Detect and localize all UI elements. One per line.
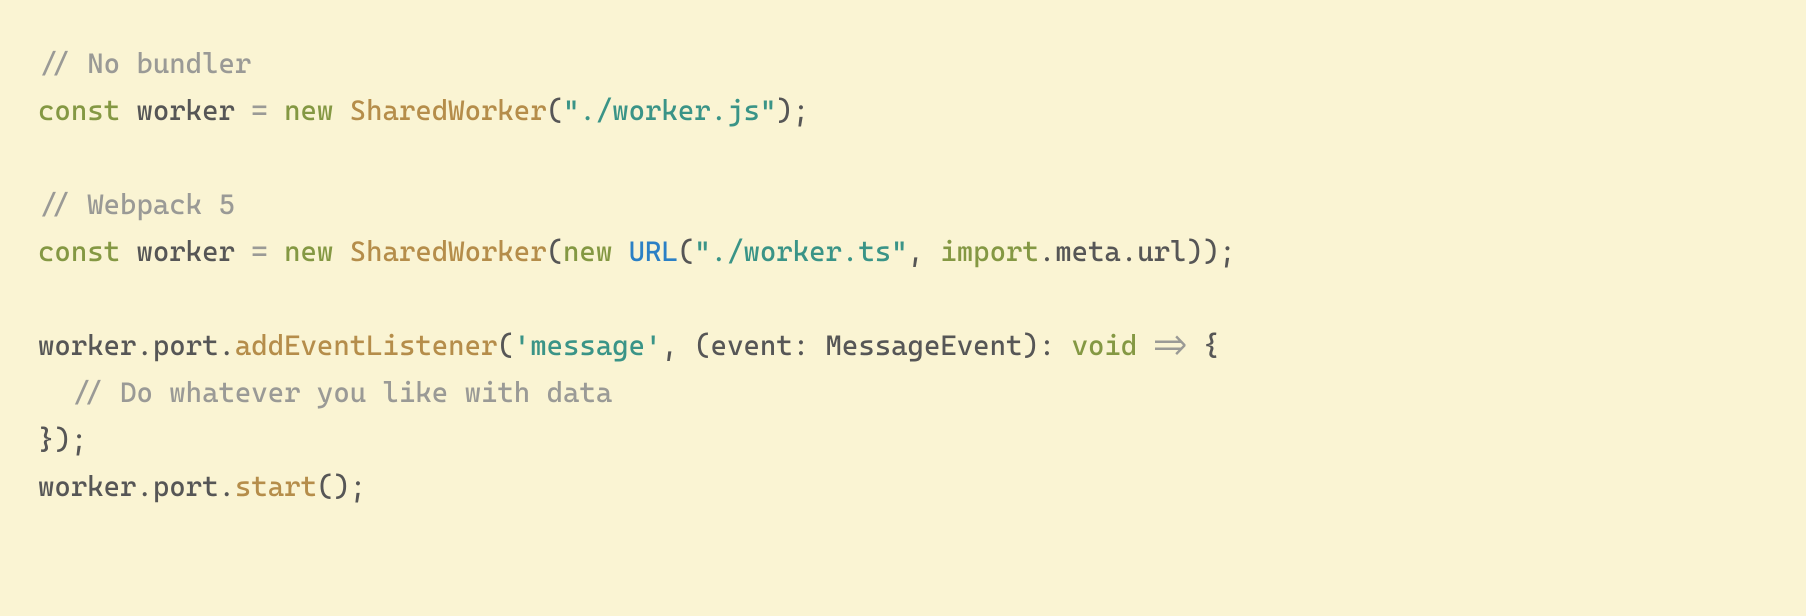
code-space <box>268 94 284 127</box>
code-punct: ( <box>547 94 563 127</box>
code-indent <box>38 376 71 409</box>
code-space <box>268 235 284 268</box>
code-class: URL <box>629 235 678 268</box>
code-comment: // Webpack 5 <box>38 188 235 221</box>
code-keyword: const <box>38 94 120 127</box>
code-plain: .meta.url)); <box>1039 235 1236 268</box>
code-operator: = <box>251 94 267 127</box>
code-punct: , <box>908 235 941 268</box>
code-plain: worker.port. <box>38 470 235 503</box>
code-class: SharedWorker <box>350 235 547 268</box>
code-operator: = <box>251 235 267 268</box>
code-punct: ); <box>776 94 809 127</box>
code-punct: (); <box>317 470 366 503</box>
code-space <box>1137 329 1153 362</box>
code-keyword: new <box>284 94 333 127</box>
code-block: // No bundler const worker = new SharedW… <box>0 0 1806 550</box>
code-string: 'message' <box>514 329 662 362</box>
code-keyword: const <box>38 235 120 268</box>
code-punct: ( <box>497 329 513 362</box>
code-space <box>612 235 628 268</box>
code-method: addEventListener <box>235 329 498 362</box>
code-space <box>333 235 349 268</box>
code-punct: }); <box>38 423 87 456</box>
code-comment: // Do whatever you like with data <box>71 376 612 409</box>
code-keyword: import <box>940 235 1038 268</box>
code-punct: ( <box>547 235 563 268</box>
code-type: void <box>1072 329 1138 362</box>
code-punct: { <box>1186 329 1219 362</box>
code-keyword: new <box>284 235 333 268</box>
code-punct: ( <box>678 235 694 268</box>
code-space <box>333 94 349 127</box>
code-plain: worker.port. <box>38 329 235 362</box>
code-ident: worker <box>120 94 251 127</box>
code-method: start <box>235 470 317 503</box>
code-plain: , (event: MessageEvent): <box>661 329 1071 362</box>
code-comment: // No bundler <box>38 47 251 80</box>
code-string: "./worker.js" <box>563 94 776 127</box>
code-class: SharedWorker <box>350 94 547 127</box>
code-string: "./worker.ts" <box>694 235 907 268</box>
code-keyword: new <box>563 235 612 268</box>
code-ident: worker <box>120 235 251 268</box>
code-operator: => <box>1154 329 1187 362</box>
